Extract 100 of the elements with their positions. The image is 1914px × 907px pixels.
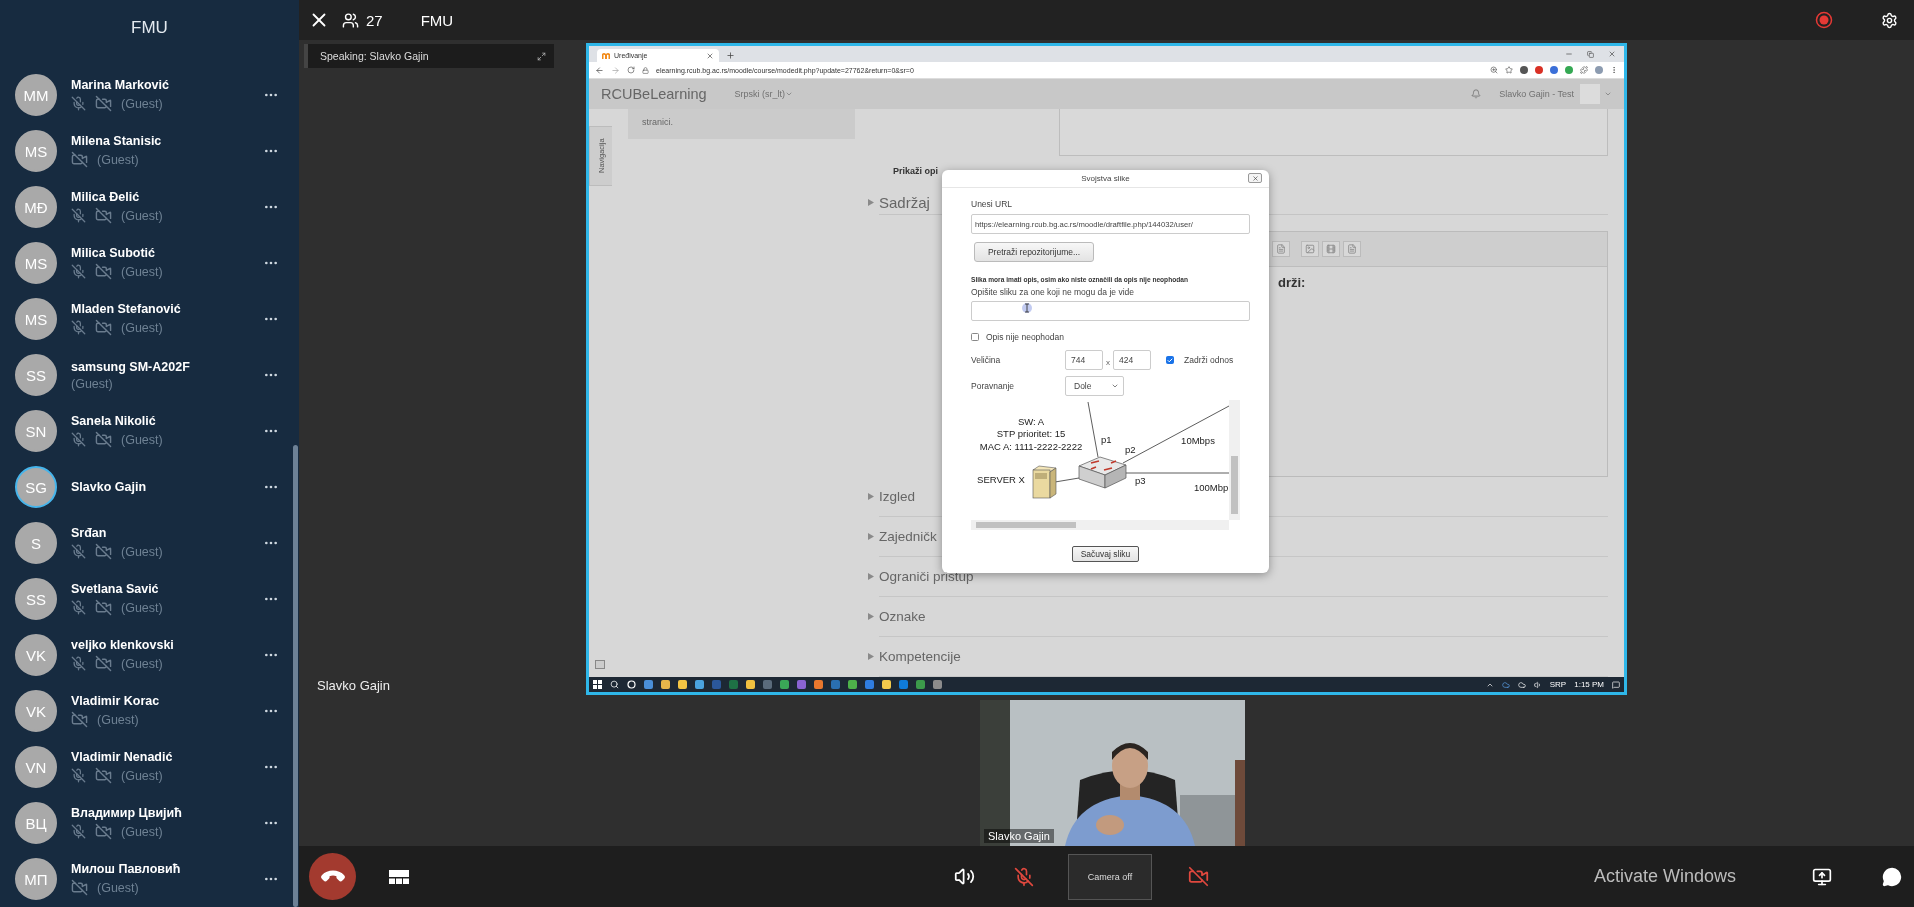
bookmark-icon[interactable] xyxy=(1505,66,1513,74)
guest-label: (Guest) xyxy=(121,824,163,839)
avatar: SN xyxy=(15,410,57,452)
vertical-scrollbar[interactable] xyxy=(1229,400,1240,520)
profile-avatar[interactable] xyxy=(1595,66,1603,74)
camera-button[interactable]: Camera off xyxy=(1068,853,1152,900)
back-icon[interactable] xyxy=(595,65,604,75)
start-icon[interactable] xyxy=(593,680,602,689)
caret-icon xyxy=(868,653,874,660)
block-toggle-icon[interactable] xyxy=(595,660,605,669)
record-icon[interactable] xyxy=(1815,11,1833,29)
caret-icon xyxy=(1111,382,1119,390)
width-field[interactable]: 744 xyxy=(1065,350,1103,370)
section-heading[interactable]: Zajedničk xyxy=(879,529,937,544)
horizontal-scrollbar[interactable] xyxy=(971,520,1229,530)
save-button[interactable]: Sačuvaj sliku xyxy=(1071,546,1140,562)
alignment-select[interactable]: Dole xyxy=(1065,376,1124,396)
browser-menu-icon[interactable] xyxy=(1610,66,1618,74)
diagram-label: p1 xyxy=(1101,434,1112,445)
section-heading[interactable]: Ograniči pristup xyxy=(879,569,974,584)
participant-name: Milica Đelić xyxy=(71,190,141,204)
dialog-title: Svojstva slike xyxy=(1081,174,1130,183)
new-tab-icon[interactable] xyxy=(726,51,735,60)
room-title: FMU xyxy=(130,16,169,39)
avatar: S xyxy=(15,522,57,564)
site-favicon-icon xyxy=(602,52,610,59)
mic-off-icon[interactable] xyxy=(1014,866,1034,887)
guest-label: (Guest) xyxy=(71,376,113,391)
close-icon xyxy=(1251,174,1259,182)
avatar: VK xyxy=(15,690,57,732)
section-heading[interactable]: Oznake xyxy=(879,609,926,624)
hang-up-button[interactable] xyxy=(309,853,356,900)
extensions-icon[interactable] xyxy=(1580,66,1588,74)
text-cursor-icon xyxy=(1022,302,1032,314)
chat-icon[interactable] xyxy=(1882,866,1902,887)
description-field[interactable] xyxy=(971,301,1250,321)
notifications-icon[interactable] xyxy=(1612,680,1620,689)
notification-icon[interactable] xyxy=(1471,89,1482,99)
speaker-name: Slavko Gajin xyxy=(317,678,390,693)
field-label: Poravnanje xyxy=(971,381,1015,391)
layout-icon[interactable] xyxy=(389,869,409,884)
section-heading[interactable]: Izgled xyxy=(879,489,916,504)
diagram-label: SERVER X xyxy=(977,474,1025,485)
settings-icon[interactable] xyxy=(1881,11,1898,29)
clock[interactable]: 1:15 PM xyxy=(1574,680,1604,689)
lock-icon xyxy=(642,66,649,74)
meeting-title: FMU xyxy=(420,11,454,29)
scrollbar-thumb[interactable] xyxy=(293,445,298,907)
avatar: MS xyxy=(15,130,57,172)
volume-icon[interactable] xyxy=(1533,680,1542,689)
connection-line xyxy=(1087,401,1099,458)
close-tab-icon[interactable] xyxy=(706,51,714,60)
avatar: МП xyxy=(15,858,57,900)
diagram-label: STP prioritet: 15 xyxy=(996,428,1066,439)
participant-name: veljko klenkovski xyxy=(71,638,175,652)
guest-label: (Guest) xyxy=(97,152,139,167)
avatar: MS xyxy=(15,298,57,340)
network-switch-icon xyxy=(1078,456,1127,489)
guest-label: (Guest) xyxy=(121,432,163,447)
zoom-icon[interactable] xyxy=(1490,66,1498,74)
site-brand[interactable]: RCUBeLearning xyxy=(601,86,707,102)
close-button[interactable] xyxy=(1248,173,1262,183)
section-heading[interactable]: Kompetencije xyxy=(879,649,961,664)
cortana-icon[interactable] xyxy=(627,680,636,689)
screen-share-icon[interactable] xyxy=(1812,866,1832,887)
expand-icon[interactable] xyxy=(537,51,546,61)
caret-icon xyxy=(868,198,874,206)
participant-name: Svetlana Savić xyxy=(71,582,160,596)
checkbox[interactable] xyxy=(971,333,979,341)
height-field[interactable]: 424 xyxy=(1113,350,1151,370)
guest-label: (Guest) xyxy=(121,208,163,223)
participant-name: Mladen Stefanović xyxy=(71,302,182,316)
participant-count: 27 xyxy=(366,11,383,29)
diagram-label: p3 xyxy=(1135,475,1146,486)
guest-label: (Guest) xyxy=(121,600,163,615)
section-heading[interactable]: Sadržaj xyxy=(879,193,930,211)
avatar: VN xyxy=(15,746,57,788)
field-label: Unesi URL xyxy=(971,199,1014,209)
camera-off-icon[interactable] xyxy=(1188,866,1209,887)
language-indicator[interactable]: SRP xyxy=(1549,680,1567,689)
checkbox-label: Zadrži odnos xyxy=(1184,355,1234,365)
guest-label: (Guest) xyxy=(121,656,163,671)
reload-icon[interactable] xyxy=(627,66,635,74)
participant-name: Marina Marković xyxy=(71,78,170,92)
restore-icon[interactable] xyxy=(1587,50,1594,58)
avatar: ВЦ xyxy=(15,802,57,844)
search-icon[interactable] xyxy=(610,680,619,689)
field-label: Veličina xyxy=(971,355,1002,365)
browse-button[interactable]: Pretraži repozitorijume... xyxy=(974,242,1094,262)
avatar: MM xyxy=(15,74,57,116)
volume-icon[interactable] xyxy=(954,866,975,887)
activation-notice: Activate Windows xyxy=(1594,866,1738,887)
guest-label: (Guest) xyxy=(97,712,139,727)
caret-icon xyxy=(868,493,874,500)
avatar: VK xyxy=(15,634,57,676)
participant-name: Vladimir Korac xyxy=(71,694,161,708)
participants-icon[interactable] xyxy=(342,11,359,29)
participant-name: Milena Stanisic xyxy=(71,134,163,148)
close-window-icon[interactable] xyxy=(1608,50,1616,58)
checkbox[interactable] xyxy=(1166,356,1174,364)
